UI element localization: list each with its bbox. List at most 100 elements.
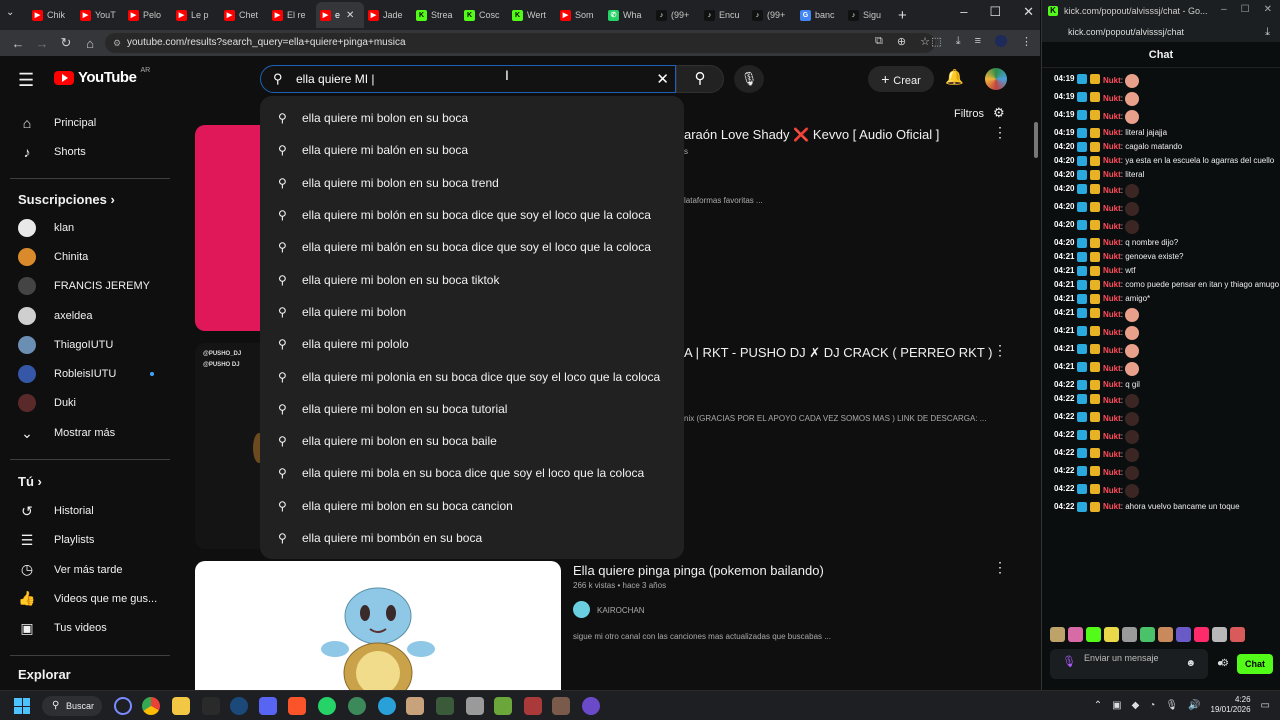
browser-tab[interactable]: K Cosc: [460, 2, 508, 28]
video-thumbnail[interactable]: @PUSHO_DJ @PUSHO DJ: [195, 343, 265, 549]
notifications-bell-icon[interactable]: 🔔: [945, 68, 964, 86]
chat-username[interactable]: Nukt: [1103, 380, 1121, 389]
discord-icon[interactable]: [259, 697, 277, 715]
search-suggestion[interactable]: ⚲ ella quiere mi bolon en su boca tiktok: [260, 263, 684, 295]
search-suggestion[interactable]: ⚲ ella quiere mi bolon: [260, 296, 684, 328]
close-window-button[interactable]: ✕: [1264, 4, 1272, 15]
emote-icon[interactable]: [1086, 627, 1101, 642]
browser-tab[interactable]: ▶ El re: [268, 2, 316, 28]
youtube-logo[interactable]: YouTube AR: [54, 67, 150, 86]
sidebar-channel[interactable]: axeldea: [0, 303, 178, 329]
new-tab-button[interactable]: +: [898, 7, 907, 24]
chat-username[interactable]: Nukt: [1103, 266, 1121, 275]
chat-username[interactable]: Nukt: [1103, 280, 1121, 289]
chat-username[interactable]: Nukt: [1103, 502, 1121, 511]
file-explorer-icon[interactable]: [172, 697, 190, 715]
search-suggestion[interactable]: ⚲ ella quiere mi polonia en su boca dice …: [260, 360, 684, 392]
search-button[interactable]: ⚲: [676, 65, 724, 93]
media-controls-icon[interactable]: ≡: [975, 35, 981, 48]
you-header[interactable]: Tú ›: [18, 474, 42, 489]
app-icon[interactable]: [436, 697, 454, 715]
tray-app-icon[interactable]: ▣: [1112, 700, 1121, 711]
notifications-icon[interactable]: ▭: [1261, 700, 1270, 711]
browser-tab[interactable]: K Strea: [412, 2, 460, 28]
chat-username[interactable]: Nukt: [1103, 252, 1121, 261]
chat-username[interactable]: Nukt: [1103, 396, 1121, 405]
kick-url-bar[interactable]: kick.com/popout/alvisssj/chat ⤓: [1042, 22, 1280, 42]
chat-username[interactable]: Nukt: [1103, 432, 1121, 441]
browser-menu-icon[interactable]: ⋮: [1021, 35, 1032, 48]
tray-app-icon[interactable]: ◆: [1132, 700, 1140, 711]
browser-tab[interactable]: ▶ Som: [556, 2, 604, 28]
more-actions-icon[interactable]: ⋮: [993, 342, 1007, 359]
chrome-icon[interactable]: [142, 697, 160, 715]
download-icon[interactable]: ⤓: [1265, 26, 1270, 39]
emote-icon[interactable]: [1140, 627, 1155, 642]
browser-tab[interactable]: Gbanc: [796, 2, 844, 28]
sidebar-item-history[interactable]: ↺ Historial: [0, 498, 178, 524]
install-app-icon[interactable]: ⧉: [875, 35, 883, 48]
search-suggestion[interactable]: ⚲ ella quiere mi bombón en su boca: [260, 522, 684, 554]
close-tab-icon[interactable]: ✕: [346, 10, 354, 21]
browser-tab[interactable]: ♪ (99+: [652, 2, 700, 28]
emote-icon[interactable]: [1050, 627, 1065, 642]
sidebar-item-your-videos[interactable]: ▣ Tus videos: [0, 615, 178, 641]
emote-icon[interactable]: [1104, 627, 1119, 642]
steam-icon[interactable]: [230, 697, 248, 715]
chat-username[interactable]: Nukt: [1103, 294, 1121, 303]
video-title[interactable]: araón Love Shady ❌ Kevvo [ Audio Oficial…: [684, 127, 939, 143]
more-actions-icon[interactable]: ⋮: [993, 124, 1007, 141]
app-icon[interactable]: [524, 697, 542, 715]
maximize-button[interactable]: ☐: [1241, 4, 1250, 15]
chat-username[interactable]: Nukt: [1103, 328, 1121, 337]
guide-menu-icon[interactable]: ☰: [18, 70, 34, 91]
video-thumbnail[interactable]: [195, 125, 265, 331]
sidebar-item-playlists[interactable]: ☰ Playlists: [0, 527, 178, 553]
bookmark-star-icon[interactable]: ☆: [920, 35, 930, 48]
forward-button[interactable]: →: [30, 36, 54, 51]
downloads-icon[interactable]: ⤓: [956, 35, 961, 48]
chat-message-input[interactable]: 🎙 Enviar un mensaje ☻: [1050, 649, 1208, 679]
app-icon[interactable]: [552, 697, 570, 715]
minimize-button[interactable]: –: [1221, 4, 1227, 15]
profile-icon[interactable]: [995, 35, 1007, 47]
chat-username[interactable]: Nukt: [1103, 414, 1121, 423]
sidebar-channel[interactable]: klan: [0, 215, 178, 241]
app-icon[interactable]: [582, 697, 600, 715]
search-suggestion[interactable]: ⚲ ella quiere mi bolon en su boca tutoria…: [260, 393, 684, 425]
subscriptions-header[interactable]: Suscripciones ›: [18, 192, 115, 207]
settings-gear-icon[interactable]: ⚙: [1220, 658, 1229, 669]
more-actions-icon[interactable]: ⋮: [993, 559, 1007, 576]
minecraft-icon[interactable]: [494, 697, 512, 715]
chat-username[interactable]: Nukt: [1103, 128, 1121, 137]
chat-username[interactable]: Nukt: [1103, 76, 1121, 85]
url-field[interactable]: ⚙ youtube.com/results?search_query=ella+…: [105, 33, 935, 53]
chat-message-list[interactable]: 04:19 Nukt: 04:19 Nukt: 04:19 Nukt: 04:19 Nu…: [1042, 70, 1280, 618]
browser-tab[interactable]: ▶ Chet: [220, 2, 268, 28]
app-icon[interactable]: [466, 697, 484, 715]
search-suggestion[interactable]: ⚲ ella quiere mi bolon en su boca trend: [260, 167, 684, 199]
cortana-icon[interactable]: [114, 697, 132, 715]
sidebar-item-shorts[interactable]: ♪ Shorts: [0, 139, 178, 165]
search-suggestion[interactable]: ⚲ ella quiere mi balón en su boca dice qu…: [260, 231, 684, 263]
emote-icon[interactable]: [1230, 627, 1245, 642]
chat-username[interactable]: Nukt: [1103, 364, 1121, 373]
site-info-icon[interactable]: ⚙: [113, 33, 121, 53]
emote-icon[interactable]: [1158, 627, 1173, 642]
chat-username[interactable]: Nukt: [1103, 310, 1121, 319]
sidebar-item-watch-later[interactable]: ◷ Ver más tarde: [0, 557, 178, 583]
volume-icon[interactable]: 🔊: [1188, 700, 1200, 711]
sidebar-channel[interactable]: Chinita: [0, 244, 178, 270]
browser-tab[interactable]: ♪ Encu: [700, 2, 748, 28]
tray-overflow-icon[interactable]: ⌃: [1094, 700, 1102, 711]
browser-tab[interactable]: K Wert: [508, 2, 556, 28]
chat-username[interactable]: Nukt: [1103, 94, 1121, 103]
microphone-icon[interactable]: 🎙: [1165, 700, 1178, 711]
browser-tab[interactable]: ♪ (99+: [748, 2, 796, 28]
close-window-button[interactable]: ✕: [1023, 4, 1034, 20]
extensions-icon[interactable]: ⬚: [931, 35, 941, 48]
chrome-alt-icon[interactable]: [348, 697, 366, 715]
chat-username[interactable]: Nukt: [1103, 170, 1121, 179]
chat-username[interactable]: Nukt: [1103, 222, 1121, 231]
minimize-button[interactable]: –: [960, 4, 967, 20]
